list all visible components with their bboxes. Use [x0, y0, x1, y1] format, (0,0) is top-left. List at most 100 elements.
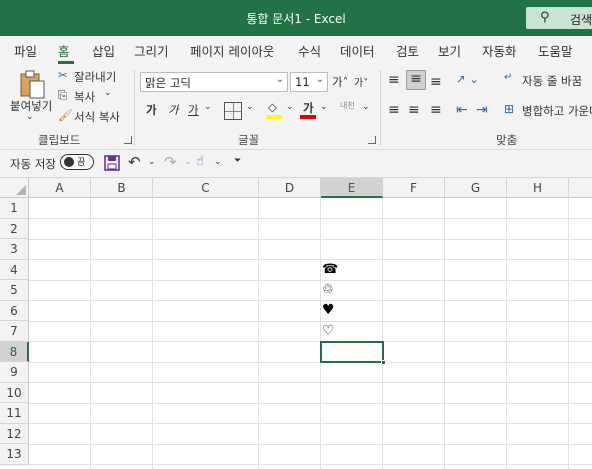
- group-separator: [380, 70, 381, 146]
- grid-line: [29, 382, 592, 383]
- row-header-7[interactable]: 7: [0, 321, 29, 342]
- row-header-1[interactable]: 1: [0, 198, 29, 219]
- column-header-i[interactable]: [569, 178, 592, 198]
- row-header-5[interactable]: 5: [0, 280, 29, 301]
- paste-icon: [20, 70, 45, 99]
- bottom-align-icon[interactable]: ≡: [430, 74, 442, 90]
- group-separator: [134, 70, 135, 146]
- tab-automate[interactable]: 자동화: [482, 41, 517, 60]
- column-header-g[interactable]: G: [445, 178, 507, 198]
- tab-review[interactable]: 검토: [396, 41, 419, 60]
- wrap-text-label: 자동 줄 바꿈: [522, 74, 583, 88]
- font-group-label: 글꼴: [238, 133, 260, 147]
- merge-center-button[interactable]: ⊞ 병합하고 가운데: [504, 102, 592, 120]
- row-header-10[interactable]: 10: [0, 382, 29, 403]
- chevron-down-icon: ⌄: [204, 102, 212, 112]
- font-size-dropdown[interactable]: 11 ⌄: [290, 72, 328, 92]
- align-right-icon[interactable]: ≡: [430, 102, 442, 118]
- grid-line: [29, 259, 592, 260]
- underline-button[interactable]: 가: [188, 102, 199, 118]
- fill-color-button[interactable]: ◇: [266, 100, 284, 119]
- toggle-state: 끔: [77, 158, 86, 168]
- row-header-2[interactable]: 2: [0, 218, 29, 239]
- phonetic-guide-button[interactable]: 내천: [340, 100, 355, 111]
- column-header-e[interactable]: E: [321, 178, 383, 198]
- font-launcher-icon[interactable]: [368, 136, 376, 144]
- search-label: 검색(: [570, 13, 592, 27]
- grid-line: [29, 423, 592, 424]
- redo-icon[interactable]: ↷: [164, 153, 177, 171]
- tab-home[interactable]: 홈: [58, 41, 70, 60]
- tab-insert[interactable]: 삽입: [92, 41, 115, 60]
- grid-line: [29, 464, 592, 465]
- bold-button[interactable]: 가: [146, 102, 157, 118]
- cut-label: 잘라내기: [74, 70, 117, 84]
- increase-indent-icon[interactable]: ⇥: [476, 102, 488, 118]
- row-header-3[interactable]: 3: [0, 239, 29, 260]
- save-icon[interactable]: [104, 155, 120, 171]
- format-painter-button[interactable]: 🖌 서식 복사: [58, 108, 128, 126]
- autosave-toggle[interactable]: 끔: [60, 154, 94, 170]
- chevron-down-icon: ⌄: [104, 88, 112, 98]
- borders-button[interactable]: [224, 102, 242, 120]
- paste-button[interactable]: 붙여넣기 ⌄: [10, 68, 54, 128]
- toggle-knob: [64, 157, 74, 167]
- tab-file[interactable]: 파일: [14, 41, 37, 60]
- row-header-13[interactable]: 13: [0, 444, 29, 465]
- italic-button[interactable]: 가: [168, 102, 179, 118]
- column-header-f[interactable]: F: [383, 178, 445, 198]
- row-header-6[interactable]: 6: [0, 300, 29, 321]
- column-header-h[interactable]: H: [507, 178, 569, 198]
- search-box[interactable]: ⚲ 검색(: [526, 7, 592, 29]
- align-center-icon[interactable]: ≡: [408, 102, 420, 118]
- row-header-12[interactable]: 12: [0, 423, 29, 444]
- top-align-icon[interactable]: ≡: [388, 72, 400, 88]
- cell-e7[interactable]: ♡: [322, 323, 342, 339]
- tab-draw[interactable]: 그리기: [134, 41, 169, 60]
- customize-qat-icon[interactable]: ⏷: [234, 156, 241, 166]
- clipboard-launcher-icon[interactable]: [124, 136, 132, 144]
- grid-line: [29, 443, 592, 445]
- copy-label: 복사: [74, 90, 96, 104]
- font-name-dropdown[interactable]: 맑은 고딕 ⌄: [140, 72, 288, 92]
- tab-formulas[interactable]: 수식: [298, 41, 321, 60]
- wrap-text-button[interactable]: ↵ 자동 줄 바꿈: [504, 72, 592, 90]
- copy-button[interactable]: ⎘ 복사 ⌄: [58, 88, 128, 106]
- cut-button[interactable]: ✂ 잘라내기: [58, 68, 128, 86]
- row-header-8[interactable]: 8: [0, 341, 29, 362]
- row-header-9[interactable]: 9: [0, 362, 29, 383]
- tab-help[interactable]: 도움말: [538, 41, 573, 60]
- touch-mode-icon[interactable]: ☝: [196, 154, 204, 169]
- row-header-4[interactable]: 4: [0, 259, 29, 280]
- column-header-d[interactable]: D: [259, 178, 321, 198]
- select-all-button[interactable]: [0, 178, 29, 198]
- font-color-button[interactable]: 가: [300, 100, 318, 119]
- orientation-icon[interactable]: ↗ ⌄: [456, 72, 479, 86]
- align-left-icon[interactable]: ≡: [388, 102, 400, 118]
- tab-data[interactable]: 데이터: [340, 41, 375, 60]
- tab-page-layout[interactable]: 페이지 레이아웃: [190, 41, 274, 60]
- merge-cells-icon: ⊞: [504, 102, 515, 116]
- chevron-down-icon: ⌄: [184, 157, 192, 167]
- row-header-11[interactable]: 11: [0, 403, 29, 424]
- tab-view[interactable]: 보기: [438, 41, 461, 60]
- worksheet-grid[interactable]: A B C D E F G H 1 2 3 4 5 6 7 8 9 10 11 …: [0, 178, 592, 469]
- active-cell-e8[interactable]: [320, 341, 386, 365]
- column-header-b[interactable]: B: [91, 178, 153, 198]
- increase-font-size-icon[interactable]: 가˄: [332, 74, 348, 90]
- middle-align-icon[interactable]: ≡: [406, 70, 426, 90]
- cell-e6[interactable]: ♥: [322, 302, 342, 318]
- cell-e4[interactable]: ☎: [322, 262, 342, 277]
- column-header-c[interactable]: C: [153, 178, 259, 198]
- grid-line: [29, 300, 592, 301]
- decrease-indent-icon[interactable]: ⇤: [456, 102, 468, 118]
- grid-line: [29, 402, 592, 404]
- column-header-a[interactable]: A: [29, 178, 91, 198]
- fill-handle[interactable]: [381, 360, 386, 365]
- decrease-font-size-icon[interactable]: 가˅: [354, 74, 368, 89]
- undo-icon[interactable]: ↶: [128, 153, 141, 171]
- cell-e5[interactable]: ♲: [322, 282, 342, 297]
- ribbon-tabs: 파일 홈 삽입 그리기 페이지 레이아웃 수식 데이터 검토 보기 자동화 도움…: [0, 36, 592, 64]
- chevron-down-icon: ⌄: [362, 102, 370, 112]
- chevron-down-icon: ⌄: [315, 74, 324, 85]
